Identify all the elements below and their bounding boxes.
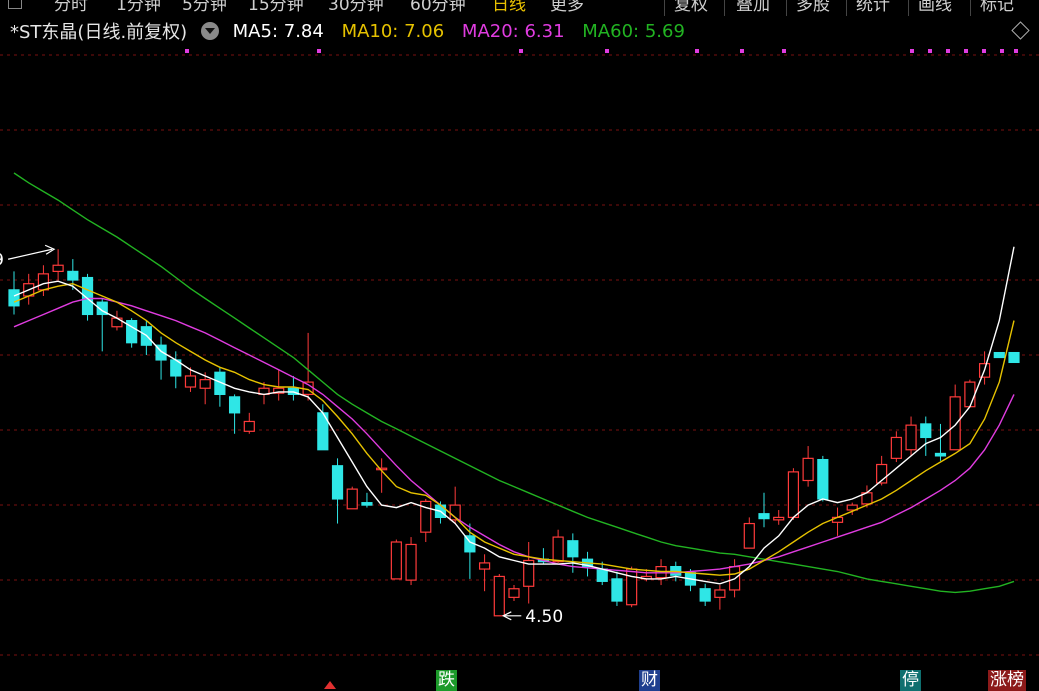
candle-body xyxy=(1008,351,1020,364)
candle-body xyxy=(478,562,491,570)
candle-body xyxy=(508,588,520,598)
marker-dot xyxy=(519,49,523,53)
candle-body xyxy=(331,465,344,500)
ma5-line xyxy=(13,246,1015,585)
marker-dot xyxy=(928,49,932,53)
candle-body xyxy=(743,522,755,549)
candle-body xyxy=(52,264,64,273)
candle-body xyxy=(773,516,785,521)
candle-body xyxy=(699,588,711,602)
ma20-line xyxy=(13,297,1015,574)
marker-dot xyxy=(1000,49,1004,53)
candle-body xyxy=(596,568,608,582)
marker-dot xyxy=(1014,49,1018,53)
ma60-line xyxy=(13,172,1015,594)
marker-dot xyxy=(982,49,986,53)
marker-dot xyxy=(605,49,609,53)
candle-body xyxy=(626,568,638,606)
event-badge[interactable]: 财 xyxy=(639,670,660,691)
marker-dot xyxy=(740,49,744,53)
candle-body xyxy=(993,351,1005,359)
candle-body xyxy=(714,589,726,598)
high-price-label: 8.39 xyxy=(0,250,4,270)
candle-body xyxy=(405,543,417,581)
candle-body xyxy=(934,452,947,457)
marker-dot xyxy=(185,49,189,53)
candle-body xyxy=(802,457,814,482)
candle-body xyxy=(199,379,211,389)
candle-body xyxy=(758,513,770,520)
candle-body xyxy=(390,541,402,580)
candle-body xyxy=(949,396,961,451)
marker-dot xyxy=(317,49,321,53)
candle-body xyxy=(817,458,829,500)
candle-body xyxy=(905,424,917,451)
candle-body xyxy=(920,423,932,439)
candle-body xyxy=(67,270,79,281)
candle-body xyxy=(493,575,505,617)
kline-chart[interactable]: 8.39 4.50 xyxy=(0,0,1039,691)
marker-dot xyxy=(946,49,950,53)
candle-body xyxy=(37,273,50,291)
marker-dot xyxy=(695,49,699,53)
marker-dot xyxy=(964,49,968,53)
marker-dot xyxy=(910,49,914,53)
candle-body xyxy=(126,320,138,344)
candle-body xyxy=(361,502,373,506)
event-up-icon xyxy=(324,681,336,689)
high-arrow xyxy=(7,248,53,260)
low-price-label: 4.50 xyxy=(525,607,563,627)
candle-body xyxy=(243,420,255,432)
ma10-line xyxy=(13,282,1015,576)
candle-body xyxy=(890,436,902,459)
candle-body xyxy=(964,381,976,408)
event-badge[interactable]: 跌 xyxy=(436,670,457,691)
event-badge[interactable]: 停 xyxy=(900,670,921,691)
candle-body xyxy=(228,396,241,414)
candle-body xyxy=(184,375,197,388)
candle-body xyxy=(787,471,800,519)
candle-body xyxy=(611,578,623,602)
candle-body xyxy=(8,289,20,307)
candle-body xyxy=(376,467,388,471)
candle-body xyxy=(346,488,358,510)
marker-dot xyxy=(782,49,786,53)
event-badge[interactable]: 涨榜 xyxy=(988,670,1026,691)
candle-body xyxy=(567,540,579,558)
candle-body xyxy=(552,536,564,563)
